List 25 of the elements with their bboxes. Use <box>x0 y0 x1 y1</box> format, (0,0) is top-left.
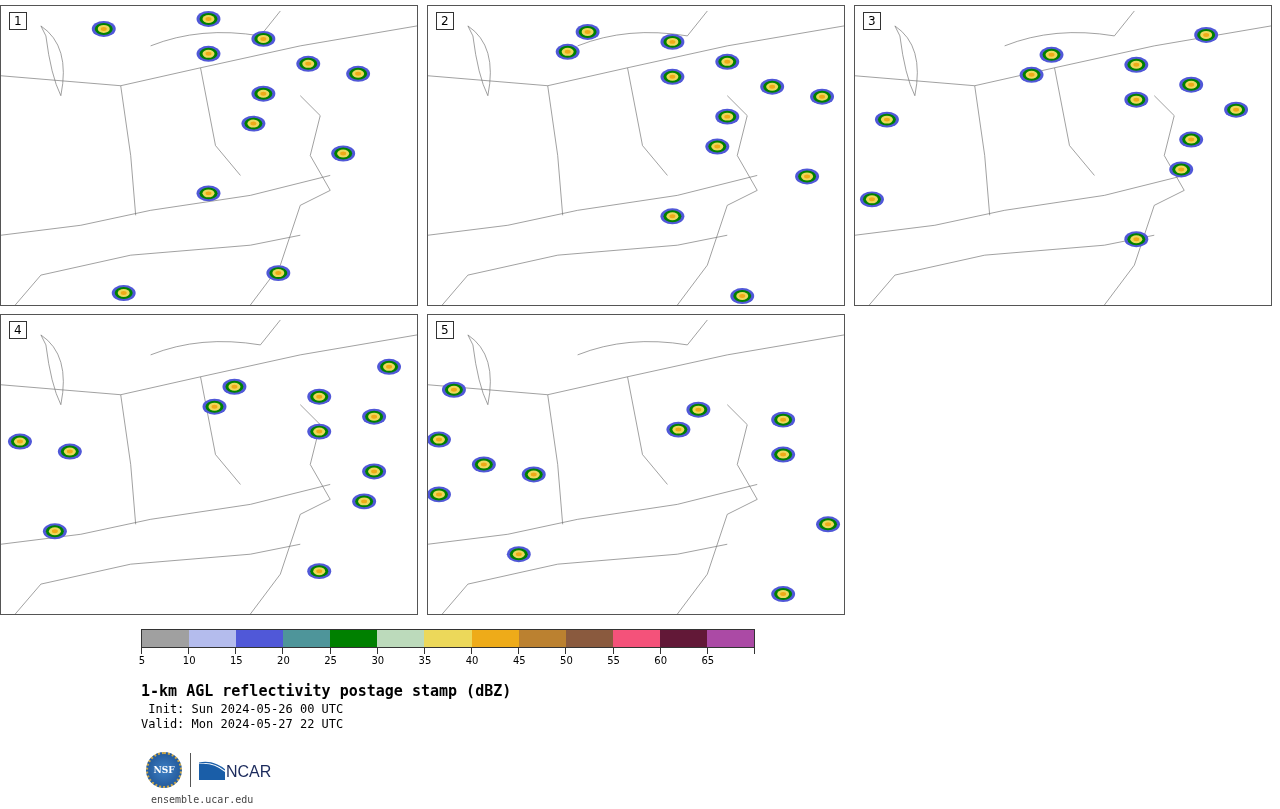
tick-label: 30 <box>371 655 385 666</box>
panel-number-label: 1 <box>9 12 27 30</box>
tick-label: 50 <box>560 655 573 666</box>
figure-title: 1-km AGL reflectivity postage stamp (dBZ) <box>141 682 513 700</box>
panel-number-label: 4 <box>9 321 27 339</box>
site-url: ensemble.ucar.edu <box>151 794 255 805</box>
panel-number-label: 3 <box>863 12 881 30</box>
tick-label: 25 <box>324 655 337 666</box>
nsf-seal-logo: NSF <box>146 752 182 788</box>
tick-label: 35 <box>418 655 432 666</box>
tick-label: 15 <box>229 655 243 666</box>
panel-number-label: 2 <box>436 12 454 30</box>
tick-label: 45 <box>512 655 526 666</box>
tick-label: 65 <box>701 655 715 666</box>
tick-label: 5 <box>138 655 146 666</box>
panel-number-label: 5 <box>436 321 454 339</box>
ncar-wordmark: NCAR <box>226 764 272 780</box>
valid-time-text: Valid: Mon 2024-05-27 22 UTC <box>141 717 345 732</box>
init-time-text: Init: Sun 2024-05-26 00 UTC <box>147 702 345 717</box>
tick-label: 60 <box>654 655 668 666</box>
swoosh-icon <box>199 760 225 780</box>
tick-label: 20 <box>277 655 290 666</box>
tick-label: 10 <box>182 655 196 666</box>
tick-label: 55 <box>607 655 620 666</box>
tick-label: 40 <box>465 655 479 666</box>
